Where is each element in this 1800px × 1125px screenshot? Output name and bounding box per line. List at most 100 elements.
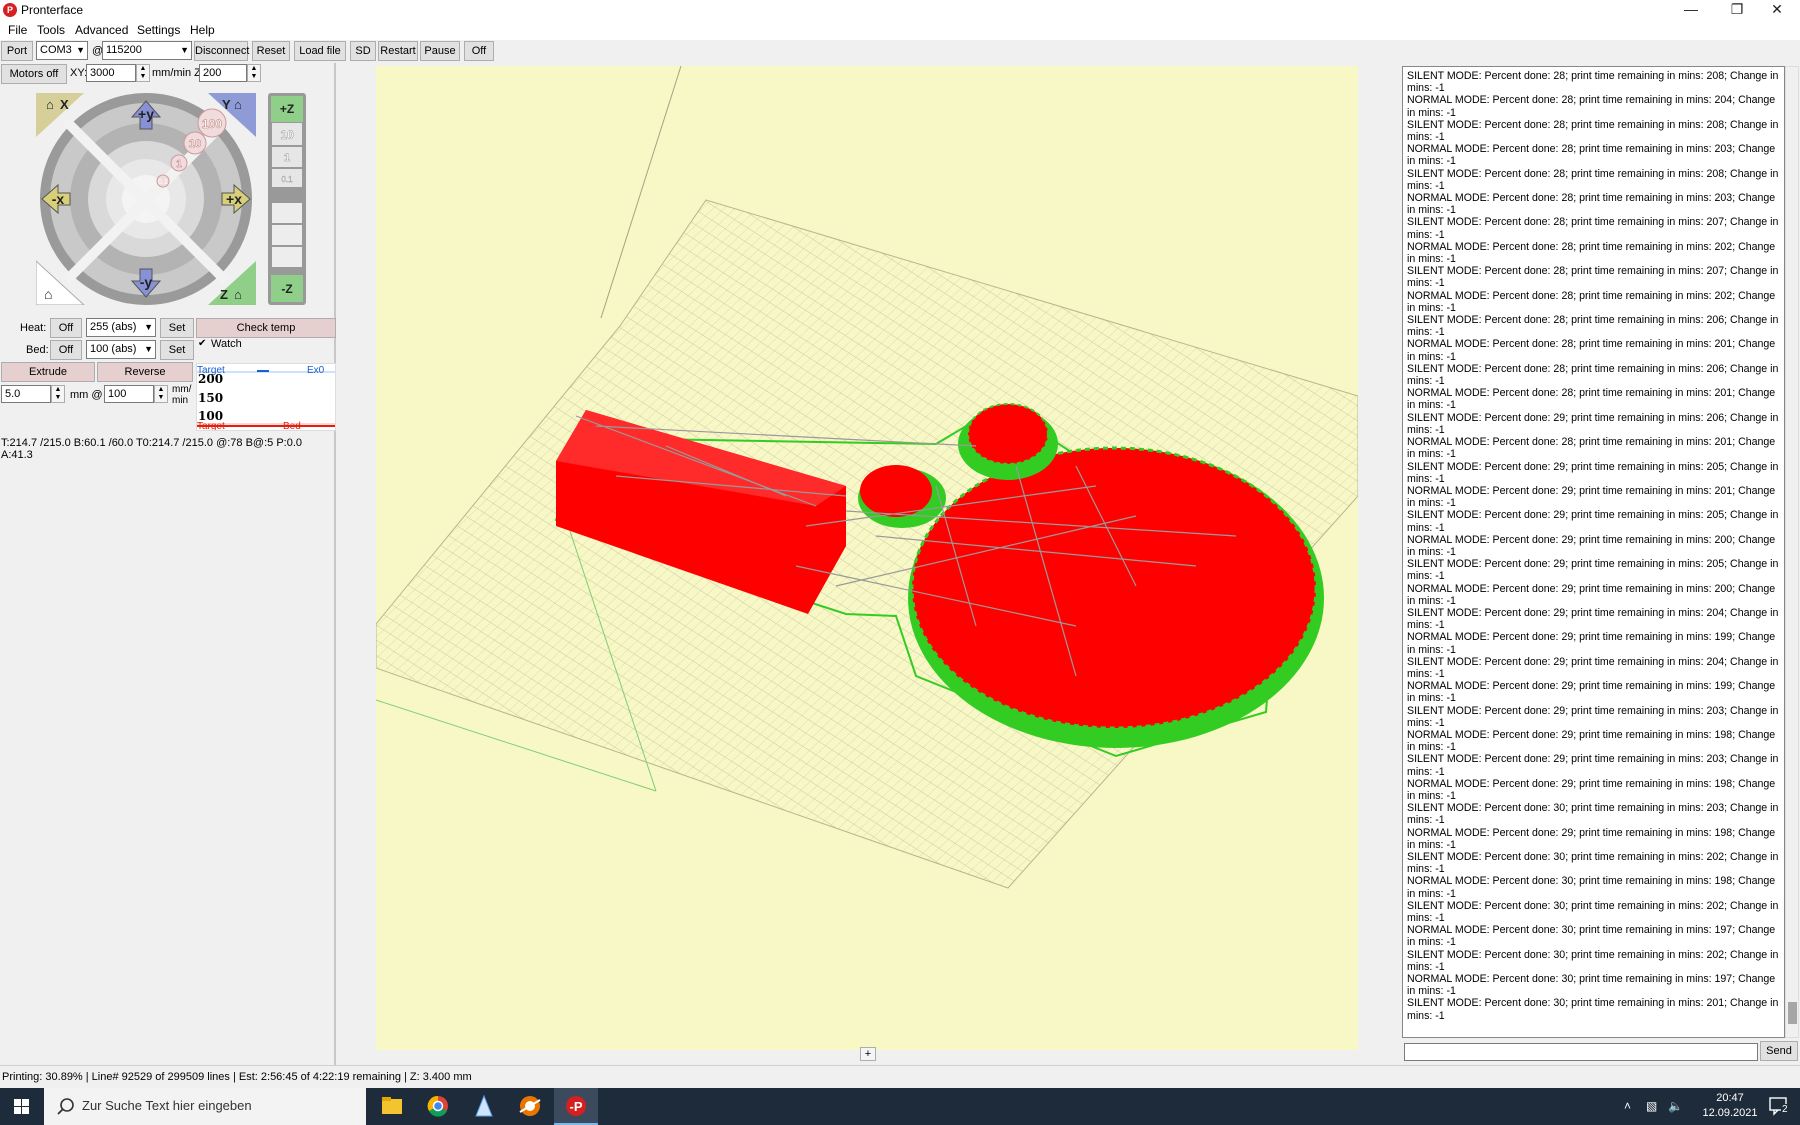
extrude-length-input[interactable]: 5.0 (1, 385, 51, 403)
port-select[interactable]: COM3 ▼ (36, 41, 88, 60)
windows-start-icon[interactable] (0, 1088, 44, 1125)
log-line: NORMAL MODE: Percent done: 29; print tim… (1407, 777, 1776, 802)
blender-icon[interactable] (508, 1088, 552, 1125)
home-all-icon[interactable]: ⌂ (44, 286, 52, 302)
watch-label: Watch (211, 338, 242, 350)
extrude-speed-input[interactable]: 100 (104, 385, 154, 403)
close-icon[interactable]: ✕ (1754, 0, 1800, 20)
minus-x-label: -x (52, 191, 65, 207)
heat-off-button[interactable]: Off (50, 318, 82, 338)
log-line: NORMAL MODE: Percent done: 28; print tim… (1407, 436, 1776, 461)
pause-button[interactable]: Pause (420, 41, 460, 61)
windows-logo (14, 1099, 29, 1114)
step-0.1-label[interactable]: 0.1 (158, 179, 168, 186)
minus-z-label[interactable]: -Z (281, 282, 292, 296)
watch-checkbox[interactable]: ✔ (198, 338, 206, 349)
baud-select[interactable]: 115200 ▼ (102, 41, 192, 60)
log-line: SILENT MODE: Percent done: 29; print tim… (1407, 753, 1779, 778)
log-line: NORMAL MODE: Percent done: 29; print tim… (1407, 484, 1776, 510)
search-icon (57, 1098, 74, 1115)
extrude-length-spinner[interactable]: ▲ ▼ (51, 385, 65, 403)
minimize-icon[interactable]: — (1668, 0, 1714, 20)
menu-help[interactable]: Help (190, 23, 215, 37)
home-y-icon[interactable]: ⌂ (234, 97, 242, 112)
menu-settings[interactable]: Settings (137, 23, 180, 37)
plus-z-label[interactable]: +Z (280, 102, 294, 116)
xy-feed-spinner[interactable]: ▲ ▼ (136, 64, 150, 82)
bed-off-button[interactable]: Off (50, 340, 82, 360)
z-step-0.1-label[interactable]: 0.1 (281, 175, 293, 184)
z-step-1-label[interactable]: 1 (284, 152, 291, 165)
off-button[interactable]: Off (464, 41, 494, 61)
bed-select[interactable]: 100 (abs) ▼ (86, 340, 156, 359)
log-line: NORMAL MODE: Percent done: 28; print tim… (1407, 240, 1776, 266)
send-button[interactable]: Send (1760, 1041, 1798, 1061)
reverse-button[interactable]: Reverse (97, 362, 193, 382)
extrude-speed-spinner[interactable]: ▲ ▼ (154, 385, 168, 403)
graph-y-150: 150 (198, 391, 224, 405)
step-1-label[interactable]: 1 (176, 159, 183, 171)
search-placeholder: Zur Suche Text hier eingeben (82, 1098, 252, 1113)
pronterface-window: P Pronterface — ❐ ✕ File Tools Advanced … (0, 0, 1800, 1125)
svg-text:-P: -P (570, 1099, 583, 1114)
step-100-label[interactable]: 100 (202, 117, 223, 132)
add-view-button[interactable]: + (860, 1047, 876, 1061)
home-z-icon[interactable]: ⌂ (234, 287, 242, 302)
home-z-label: Z (220, 287, 228, 302)
mm-at-label: mm @ (70, 389, 103, 401)
load-file-button[interactable]: Load file (294, 41, 346, 61)
taskbar-search[interactable]: Zur Suche Text hier eingeben (44, 1088, 366, 1125)
extrude-button[interactable]: Extrude (1, 362, 95, 382)
disconnect-button[interactable]: Disconnect (194, 41, 249, 61)
tray-chevron-up-icon[interactable]: ˄ (1624, 1099, 1631, 1113)
port-value: COM3 (40, 44, 72, 56)
heat-set-button[interactable]: Set (160, 318, 194, 338)
console-scrollbar[interactable] (1785, 66, 1799, 1038)
small-gear (967, 403, 1049, 465)
slicer-app-icon[interactable] (462, 1088, 506, 1125)
status-bar: Printing: 30.89% | Line# 92529 of 299509… (0, 1065, 1800, 1088)
restart-button[interactable]: Restart (378, 41, 418, 61)
file-explorer-icon[interactable] (370, 1088, 414, 1125)
reset-button[interactable]: Reset (252, 41, 290, 61)
system-clock[interactable]: 20:47 12.09.2021 (1690, 1091, 1770, 1121)
xy-jog-control[interactable]: +y -y -x +x ⌂ X Y ⌂ ⌂ Z ⌂ 100 10 1 0.1 (36, 93, 256, 305)
3d-print-preview[interactable] (376, 66, 1358, 1050)
heat-select[interactable]: 255 (abs) ▼ (86, 318, 156, 337)
z-jog-control[interactable]: +Z 10 1 0.1 -Z (268, 93, 306, 305)
port-button[interactable]: Port (1, 41, 33, 61)
menu-file[interactable]: File (8, 23, 27, 37)
print-status-text: Printing: 30.89% | Line# 92529 of 299509… (2, 1071, 472, 1083)
menu-bar: File Tools Advanced Settings Help (0, 20, 1800, 40)
xy-feed-input[interactable]: 3000 (86, 64, 136, 82)
command-input[interactable] (1404, 1043, 1758, 1061)
check-temp-button[interactable]: Check temp (196, 318, 336, 338)
sd-button[interactable]: SD (350, 41, 376, 61)
windows-taskbar: Zur Suche Text hier eingeben -P ˄ ▧ 🔈 20… (0, 1088, 1800, 1125)
z-step-10-label[interactable]: 10 (280, 128, 294, 143)
control-panel: Motors off XY: 3000 ▲ ▼ mm/min Z: 200 ▲ ▼ … (0, 63, 336, 1065)
network-icon[interactable]: ▧ (1646, 1099, 1657, 1113)
menu-advanced[interactable]: Advanced (75, 23, 128, 37)
z-feed-spinner[interactable]: ▲ ▼ (247, 64, 261, 82)
title-bar: P Pronterface — ❐ ✕ (0, 0, 1800, 20)
log-line: SILENT MODE: Percent done: 29; print tim… (1407, 606, 1779, 632)
z-feed-input[interactable]: 200 (199, 64, 247, 82)
bed-set-button[interactable]: Set (160, 340, 194, 360)
home-x-icon[interactable]: ⌂ (46, 97, 54, 112)
motors-off-button[interactable]: Motors off (1, 64, 67, 84)
volume-icon[interactable]: 🔈 (1668, 1099, 1683, 1113)
menu-tools[interactable]: Tools (37, 23, 65, 37)
pronterface-taskbar-icon[interactable]: -P (554, 1088, 598, 1125)
step-10-label[interactable]: 10 (189, 138, 202, 151)
heat-label: Heat: (20, 322, 47, 334)
console-log[interactable]: SILENT MODE: Percent done: 28; print tim… (1402, 66, 1785, 1038)
bed-label: Bed: (26, 344, 49, 356)
chrome-icon[interactable] (416, 1088, 460, 1125)
graph-target-bottom-label: Target (197, 421, 225, 431)
scrollbar-thumb[interactable] (1788, 1002, 1797, 1024)
medium-gear (860, 465, 932, 517)
minus-y-label: -y (140, 274, 153, 290)
notification-count: 2 (1781, 1104, 1789, 1115)
notifications-icon[interactable]: 2 (1768, 1096, 1790, 1116)
